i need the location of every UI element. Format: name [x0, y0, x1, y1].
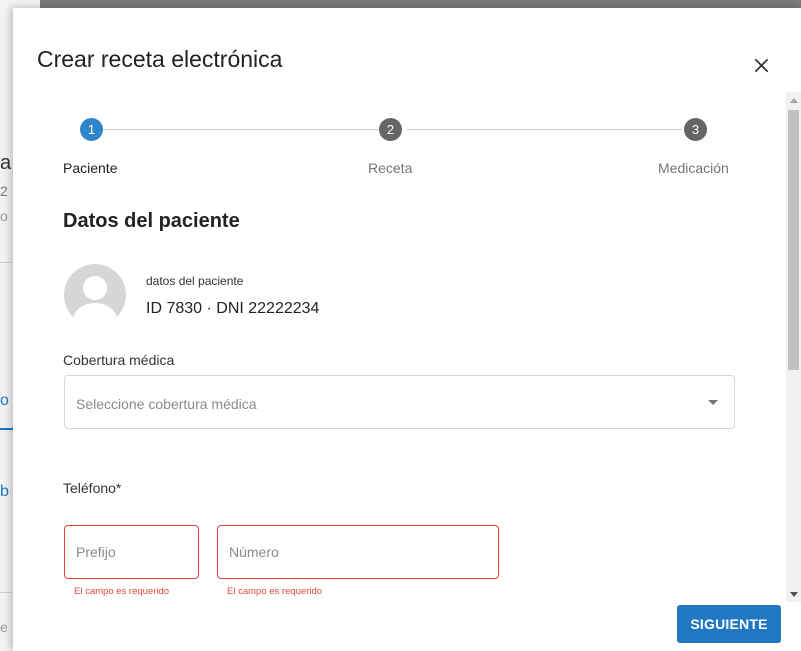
step-connector: [103, 129, 379, 130]
background-tab-indicator: [0, 428, 14, 430]
coverage-label: Cobertura médica: [63, 352, 175, 368]
step-3-indicator[interactable]: 3: [684, 118, 707, 141]
background-text-fragment: b: [0, 483, 9, 500]
scroll-up-button[interactable]: [786, 92, 801, 108]
step-2-label: Receta: [368, 160, 413, 176]
patient-id: ID 7830 · DNI 22222234: [146, 300, 320, 317]
close-icon: [754, 58, 768, 72]
background-text-fragment: o: [0, 208, 8, 224]
phone-prefix-input[interactable]: [65, 526, 198, 578]
close-button[interactable]: [750, 54, 772, 76]
dropdown-arrow-icon: [708, 400, 718, 405]
scroll-down-button[interactable]: [786, 586, 801, 602]
next-button[interactable]: SIGUIENTE: [677, 605, 781, 643]
step-1-indicator[interactable]: 1: [80, 118, 103, 141]
coverage-select[interactable]: Seleccione cobertura médica: [64, 375, 735, 429]
step-2-indicator[interactable]: 2: [379, 118, 402, 141]
content-scrollbar[interactable]: [786, 92, 801, 602]
scrollbar-thumb[interactable]: [788, 110, 799, 370]
step-connector: [407, 129, 682, 130]
background-text-fragment: e: [0, 619, 8, 635]
coverage-placeholder: Seleccione cobertura médica: [76, 396, 257, 412]
patient-name: datos del paciente: [146, 274, 244, 288]
background-divider: [0, 592, 12, 593]
arrow-down-icon: [789, 591, 798, 597]
phone-label: Teléfono*: [63, 480, 122, 496]
patient-avatar: [64, 264, 126, 326]
dialog-title: Crear receta electrónica: [37, 46, 283, 72]
background-divider: [0, 262, 12, 263]
background-text-fragment: o: [0, 392, 9, 409]
phone-number-input[interactable]: [218, 526, 498, 578]
phone-number-field: [217, 525, 499, 579]
user-icon: [73, 276, 117, 326]
step-1-label: Paciente: [63, 160, 118, 176]
background-text-fragment: a: [0, 152, 12, 174]
arrow-up-icon: [789, 97, 798, 103]
step-3-label: Medicación: [658, 160, 729, 176]
dialog-content: 1 2 3 Paciente Receta Medicación Datos d…: [13, 92, 785, 602]
create-prescription-dialog: Crear receta electrónica 1 2 3 Paciente …: [13, 8, 801, 651]
phone-number-error: El campo es requerido: [227, 586, 323, 597]
background-text-fragment: 2: [0, 183, 8, 199]
phone-prefix-field: [64, 525, 199, 579]
phone-prefix-error: El campo es requerido: [74, 586, 170, 597]
section-title: Datos del paciente: [63, 210, 240, 232]
